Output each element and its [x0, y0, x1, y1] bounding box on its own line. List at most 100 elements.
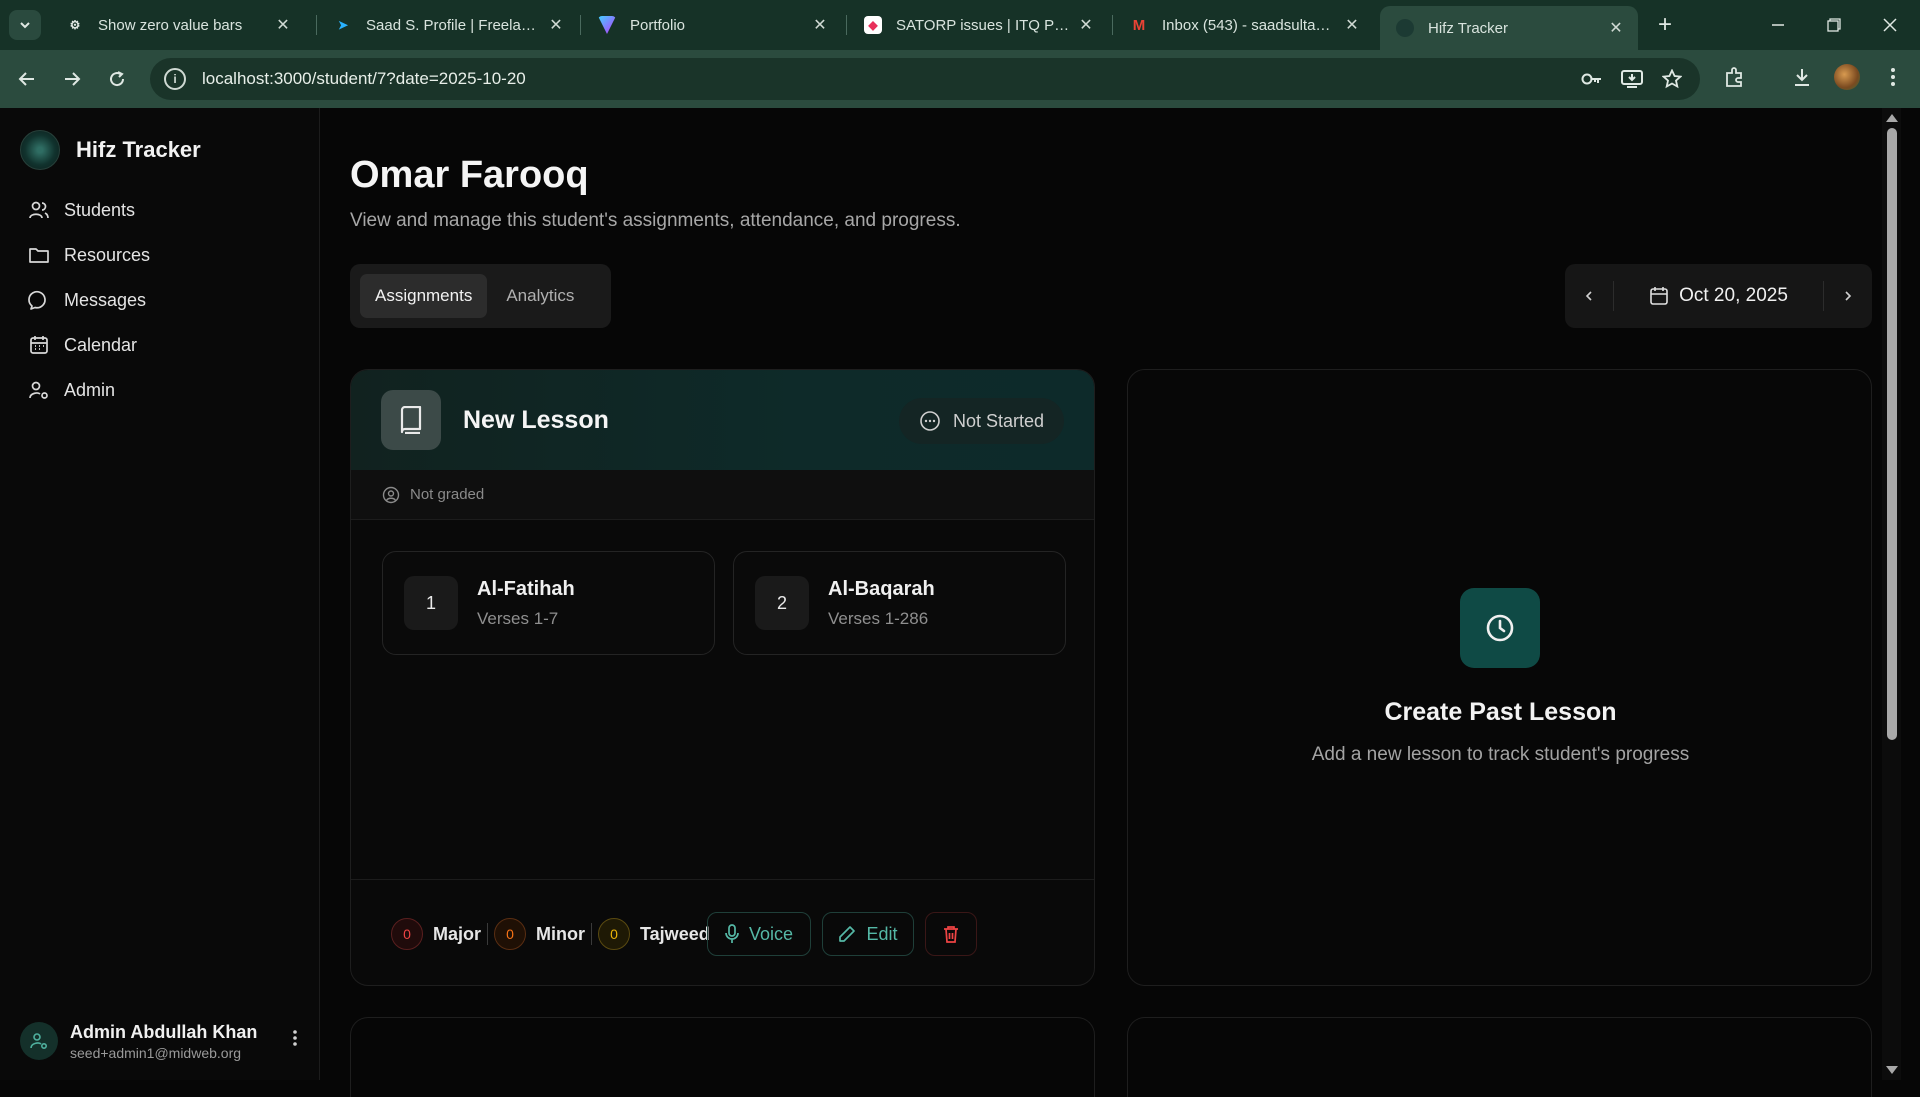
sidebar-item-calendar[interactable]: Calendar [28, 328, 137, 362]
surah-verses: Verses 1-7 [477, 608, 559, 628]
tab-analytics[interactable]: Analytics [491, 274, 589, 318]
close-tab-icon[interactable]: ✕ [810, 15, 830, 35]
tab-separator [846, 15, 847, 35]
lesson-title: New Lesson [463, 405, 609, 434]
brand-name: Hifz Tracker [76, 137, 201, 162]
browser-tab[interactable]: M Inbox (543) - saadsultan40 ✕ [1114, 6, 1374, 44]
tajweed-count: 0 [598, 918, 631, 950]
reload-button[interactable] [100, 62, 134, 96]
user-email: seed+admin1@midweb.org [70, 1044, 242, 1061]
sidebar-item-label: Messages [64, 289, 147, 310]
lesson-card-partial [350, 1017, 1095, 1097]
tab-title: Portfolio [630, 16, 686, 34]
next-date-button[interactable] [1824, 264, 1872, 328]
address-bar[interactable]: i localhost:3000/student/7?date=2025-10-… [150, 58, 1700, 100]
mistake-counters: 0 Major 0 Minor 0 Tajweed [391, 918, 710, 950]
scrollbar-thumb[interactable] [1887, 128, 1897, 740]
sidebar-item-messages[interactable]: Messages [28, 283, 146, 317]
restore-icon [1827, 18, 1841, 32]
minimize-icon [1772, 24, 1784, 26]
status-badge[interactable]: Not Started [898, 398, 1064, 444]
browser-menu-icon[interactable] [1878, 62, 1908, 92]
scroll-up-icon[interactable] [1886, 114, 1898, 122]
profile-avatar[interactable] [1834, 64, 1860, 90]
surah-verses: Verses 1-286 [828, 608, 929, 628]
status-label: Not Started [952, 410, 1044, 431]
close-tab-icon[interactable]: ✕ [1606, 18, 1626, 38]
sidebar-item-admin[interactable]: Admin [28, 373, 115, 407]
tab-title: Hifz Tracker [1428, 19, 1509, 37]
arrow-right-icon [65, 72, 81, 86]
previous-date-button[interactable] [1565, 264, 1613, 328]
date-navigator: Oct 20, 2025 [1565, 264, 1872, 328]
tab-search-button[interactable] [9, 10, 41, 40]
url-text: localhost:3000/student/7?date=2025-10-20 [202, 69, 526, 88]
close-tab-icon[interactable]: ✕ [273, 15, 293, 35]
forward-button[interactable] [55, 62, 89, 96]
tab-separator [1112, 15, 1113, 35]
site-info-icon[interactable]: i [164, 68, 186, 90]
hifz-tracker-icon [1396, 19, 1414, 37]
new-tab-button[interactable]: + [1650, 10, 1680, 40]
pencil-icon [839, 926, 856, 942]
sidebar-item-label: Resources [64, 244, 151, 265]
surah-item[interactable]: 1 Al-Fatihah Verses 1-7 [382, 551, 715, 655]
major-label: Major [433, 923, 482, 944]
voice-label: Voice [748, 923, 794, 944]
voice-button[interactable]: Voice [707, 912, 811, 956]
surah-item[interactable]: 2 Al-Baqarah Verses 1-286 [733, 551, 1066, 655]
browser-tab[interactable]: ➤ Saad S. Profile | Freelancer ✕ [318, 6, 578, 44]
scrollbar[interactable] [1882, 108, 1901, 1080]
user-menu[interactable]: Admin Abdullah Khan seed+admin1@midweb.o… [20, 1016, 305, 1066]
gmail-icon: M [1132, 16, 1146, 34]
browser-tab[interactable]: Portfolio ✕ [582, 6, 842, 44]
browser-chrome: ⚙ Show zero value bars ✕ ➤ Saad S. Profi… [0, 0, 1920, 108]
browser-tab[interactable]: ⚙ Show zero value bars ✕ [50, 6, 305, 44]
tab-assignments[interactable]: Assignments [360, 274, 488, 318]
downloads-icon[interactable] [1787, 62, 1817, 92]
browser-tab-active[interactable]: Hifz Tracker ✕ [1380, 6, 1638, 50]
minimize-button[interactable] [1750, 8, 1806, 42]
password-key-icon[interactable] [1580, 68, 1604, 90]
edit-button[interactable]: Edit [822, 912, 914, 956]
brand[interactable]: Hifz Tracker [20, 130, 201, 170]
selected-date: Oct 20, 2025 [1679, 285, 1788, 306]
reload-icon [110, 71, 125, 87]
page-subtitle: View and manage this student's assignmen… [350, 210, 961, 231]
create-past-lesson-card[interactable]: Create Past Lesson Add a new lesson to t… [1127, 369, 1872, 986]
browser-tab[interactable]: ◆ SATORP issues | ITQ Plus (U ✕ [848, 6, 1108, 44]
delete-button[interactable] [925, 912, 977, 956]
sidebar-item-label: Students [64, 199, 136, 220]
sidebar-item-resources[interactable]: Resources [28, 238, 150, 272]
divider [591, 923, 593, 945]
back-button[interactable] [10, 62, 44, 96]
major-count: 0 [391, 918, 423, 950]
sidebar-item-students[interactable]: Students [28, 193, 135, 227]
install-app-icon[interactable] [1620, 68, 1644, 90]
lesson-card-partial [1127, 1017, 1872, 1097]
extensions-icon[interactable] [1720, 62, 1750, 92]
message-circle-icon [28, 290, 46, 310]
more-vertical-icon[interactable] [285, 1029, 305, 1053]
surah-number: 1 [404, 576, 458, 630]
close-tab-icon[interactable]: ✕ [546, 15, 566, 35]
book-icon [381, 390, 441, 450]
minor-label: Minor [536, 923, 586, 944]
close-tab-icon[interactable]: ✕ [1342, 15, 1362, 35]
calendar-icon [30, 336, 48, 354]
minor-count: 0 [494, 918, 527, 950]
user-name: Admin Abdullah Khan [70, 1021, 258, 1042]
tree-logo-icon [20, 130, 60, 170]
restore-button[interactable] [1806, 8, 1862, 42]
app-root: Hifz Tracker Students Resources Messages… [0, 108, 1920, 1097]
date-picker-button[interactable]: Oct 20, 2025 [1614, 285, 1823, 307]
close-tab-icon[interactable]: ✕ [1076, 15, 1096, 35]
close-window-button[interactable] [1862, 8, 1918, 42]
bookmark-star-icon[interactable] [1660, 68, 1684, 90]
clickup-icon: ◆ [864, 16, 882, 34]
create-past-lesson-title: Create Past Lesson [1384, 698, 1617, 726]
main-content: Omar Farooq View and manage this student… [321, 108, 1901, 1097]
user-info: Admin Abdullah Khan seed+admin1@midweb.o… [70, 1022, 285, 1061]
scroll-down-icon[interactable] [1886, 1066, 1898, 1074]
sidebar-item-label: Admin [64, 379, 116, 400]
